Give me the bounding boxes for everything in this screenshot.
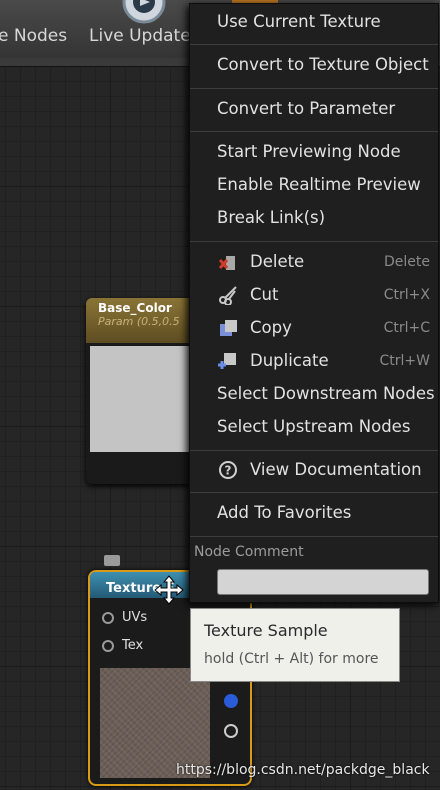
help-icon: ? xyxy=(219,461,237,479)
menu-divider xyxy=(190,536,438,537)
menu-divider xyxy=(190,450,438,451)
node-comment-input[interactable] xyxy=(217,569,429,595)
copy-shortcut: Ctrl+C xyxy=(383,320,430,336)
menu-divider xyxy=(190,492,438,493)
menu-divider xyxy=(190,131,438,132)
duplicate-shortcut: Ctrl+W xyxy=(379,353,430,369)
menu-item-enable-realtime-preview[interactable]: Enable Realtime Preview xyxy=(217,175,421,194)
delete-icon xyxy=(218,256,235,270)
menu-item-select-upstream-nodes[interactable]: Select Upstream Nodes xyxy=(217,417,410,436)
menu-item-convert-to-texture-object[interactable]: Convert to Texture Object xyxy=(217,55,429,74)
menu-item-cut[interactable]: Cut xyxy=(250,285,278,304)
menu-item-select-downstream-nodes[interactable]: Select Downstream Nodes xyxy=(217,384,435,403)
duplicate-icon xyxy=(218,353,236,369)
tooltip-title: Texture Sample xyxy=(204,621,328,640)
base-color-node-header[interactable]: Base_Color Param (0.5,0.5 xyxy=(86,298,206,343)
menu-item-use-current-texture[interactable]: Use Current Texture xyxy=(217,12,381,31)
menu-item-duplicate[interactable]: Duplicate xyxy=(250,351,329,370)
alpha-output-pin[interactable] xyxy=(224,724,238,738)
menu-divider xyxy=(190,88,438,89)
menu-item-add-to-favorites[interactable]: Add To Favorites xyxy=(217,503,351,522)
menu-item-delete[interactable]: Delete xyxy=(250,252,304,271)
cut-shortcut: Ctrl+X xyxy=(383,287,430,303)
menu-item-view-documentation[interactable]: View Documentation xyxy=(250,460,422,479)
copy-icon xyxy=(220,320,237,336)
node-tooltip: Texture Sample hold (Ctrl + Alt) for mor… xyxy=(190,608,400,682)
svg-text:?: ? xyxy=(225,464,232,478)
menu-item-start-previewing-node[interactable]: Start Previewing Node xyxy=(217,142,401,161)
menu-divider xyxy=(190,241,438,242)
tex-input-pin[interactable] xyxy=(102,639,114,652)
move-cursor-icon xyxy=(154,575,184,605)
node-comment-label: Node Comment xyxy=(194,544,304,560)
menu-item-break-links[interactable]: Break Link(s) xyxy=(217,208,325,227)
node-context-menu: Use Current Texture Convert to Texture O… xyxy=(189,3,439,603)
menu-item-copy[interactable]: Copy xyxy=(250,318,292,337)
base-color-preview xyxy=(90,346,202,452)
menu-item-convert-to-parameter[interactable]: Convert to Parameter xyxy=(217,99,395,118)
tex-pin-label: Tex xyxy=(122,638,144,653)
scissors-icon xyxy=(219,286,237,305)
uvs-input-pin[interactable] xyxy=(102,611,114,624)
uvs-pin-row[interactable]: UVs xyxy=(102,610,147,625)
tex-pin-row[interactable]: Tex xyxy=(102,638,143,653)
uvs-pin-label: UVs xyxy=(122,610,148,625)
nodes-button[interactable]: e Nodes xyxy=(0,26,67,46)
base-color-node[interactable]: Base_Color Param (0.5,0.5 xyxy=(86,298,206,484)
watermark-text: https://blog.csdn.net/packdge_black xyxy=(176,762,430,778)
comment-bubble-icon[interactable] xyxy=(104,555,120,566)
blue-output-pin[interactable] xyxy=(224,694,238,708)
delete-shortcut: Delete xyxy=(384,254,430,270)
live-update-button[interactable]: Live Update xyxy=(89,26,191,46)
tooltip-hint: hold (Ctrl + Alt) for more xyxy=(204,651,379,667)
live-update-icon xyxy=(122,0,166,24)
menu-divider xyxy=(190,44,438,45)
